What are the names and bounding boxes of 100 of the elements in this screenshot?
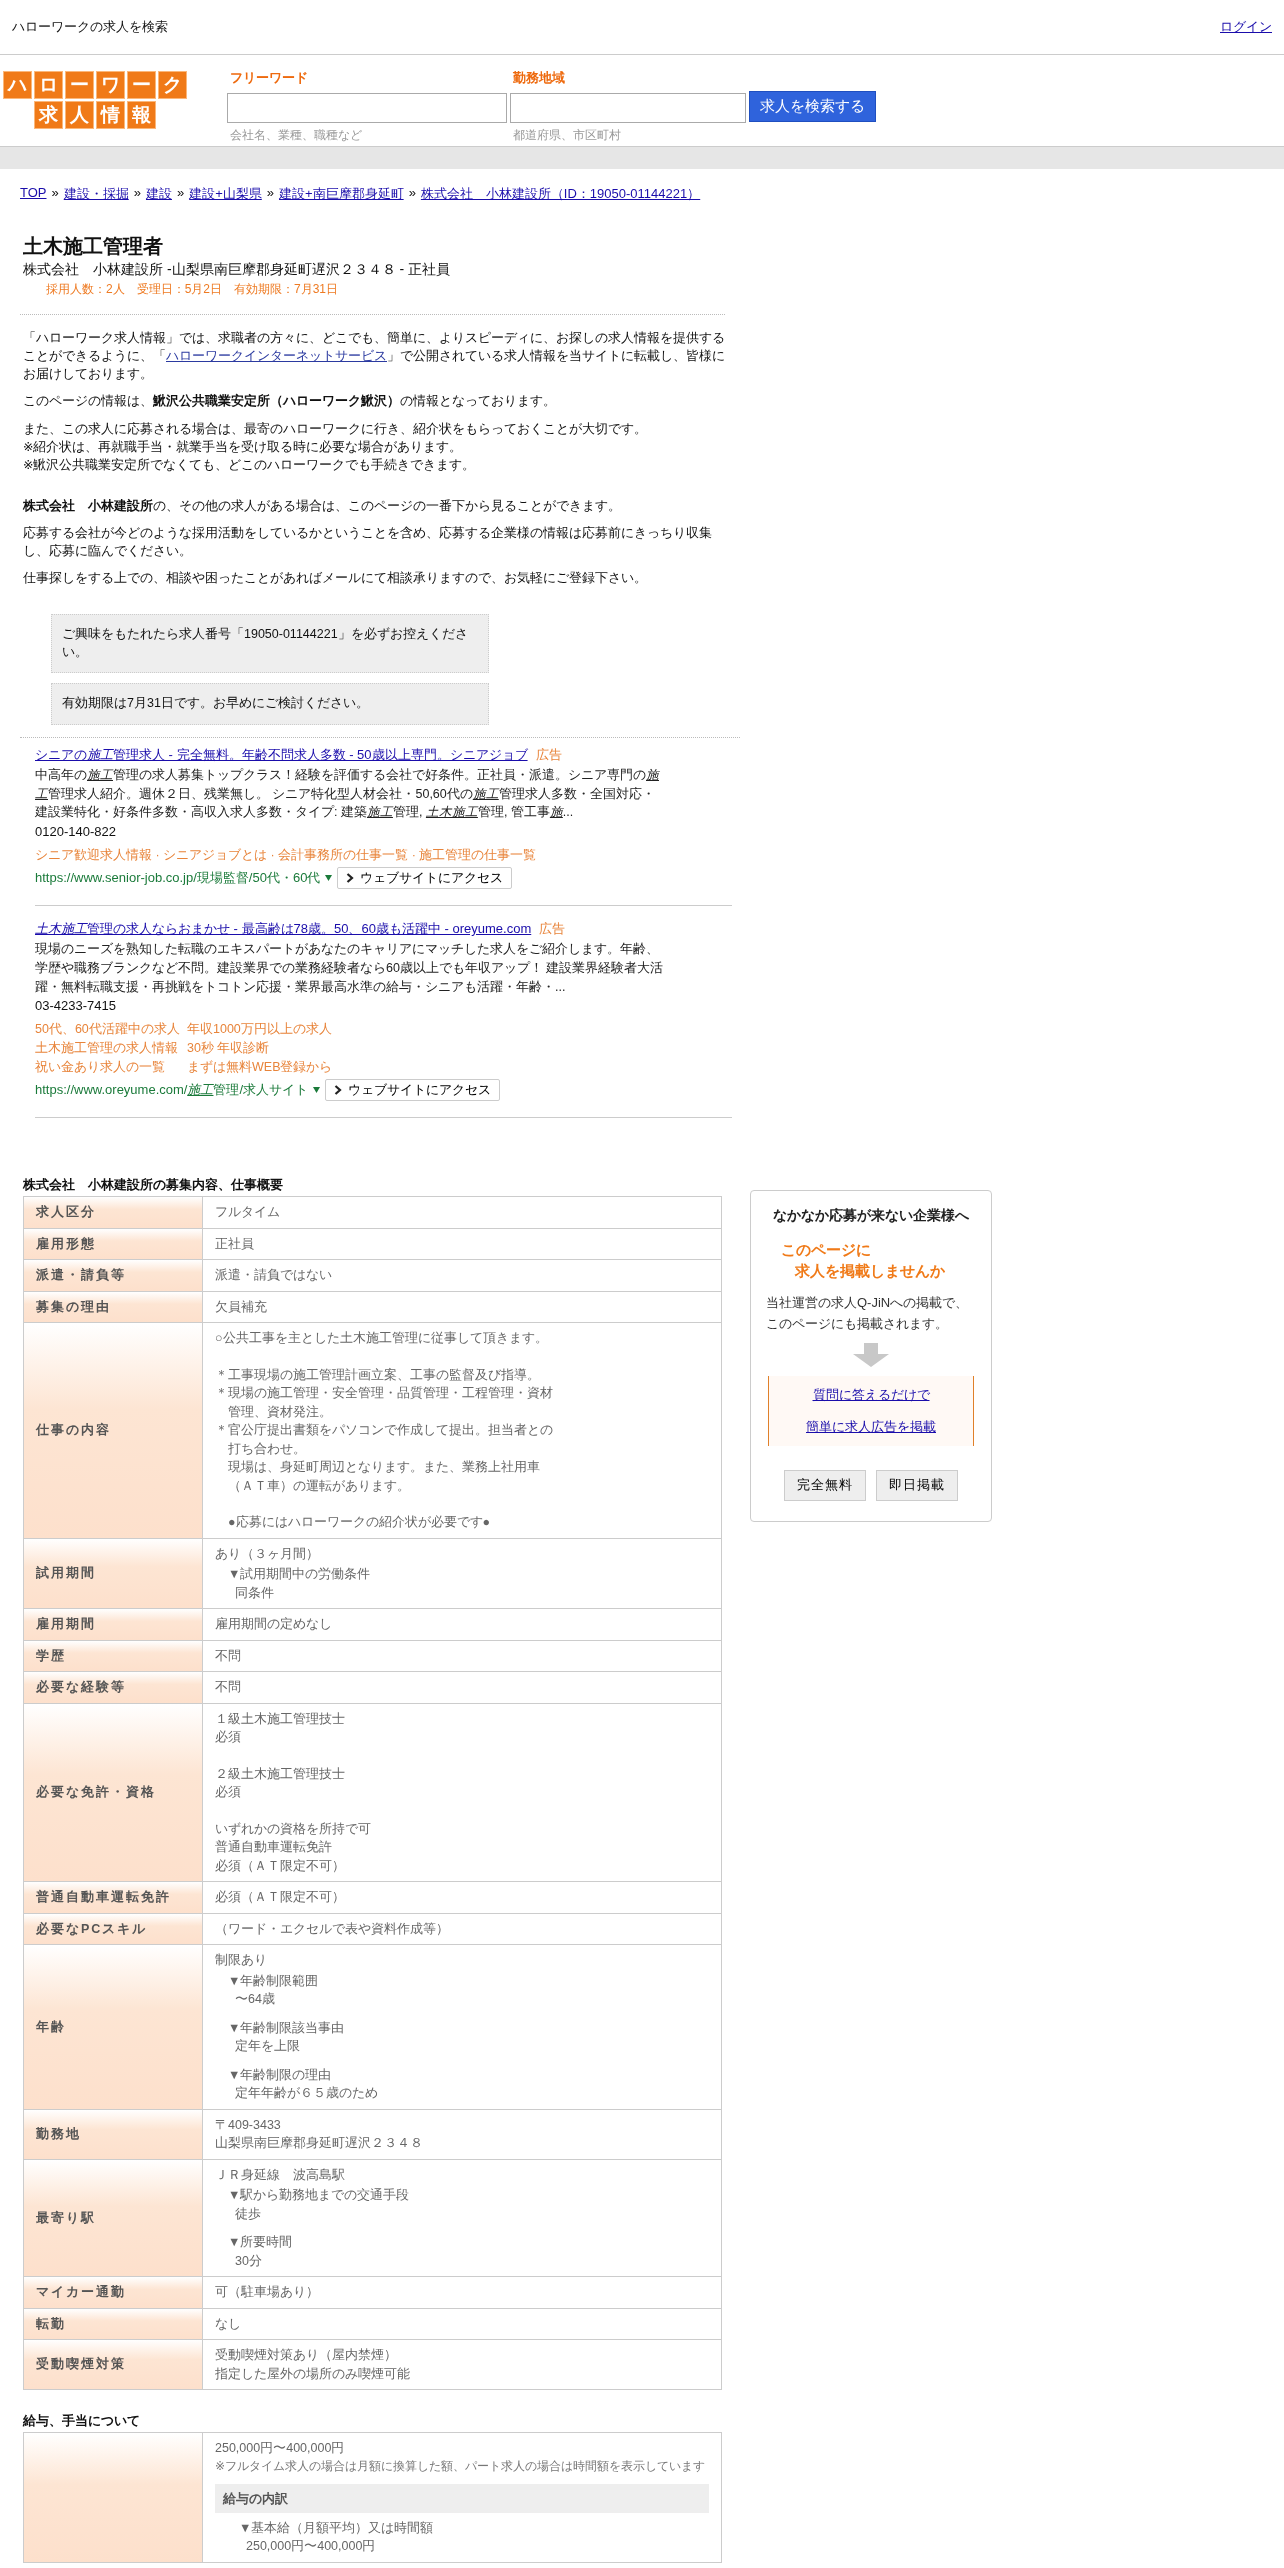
breadcrumb-link[interactable]: TOP (20, 185, 47, 203)
visit-site-button[interactable]: ウェブサイトにアクセス (337, 867, 513, 890)
promo-catchphrase: このページに (781, 1240, 872, 1261)
ad-phone: 03-4233-7415 (35, 998, 117, 1014)
ad-label: 広告 (539, 920, 566, 939)
field-value: ＊官公庁提出書類をパソコンで作成して提出。担当者との (215, 1422, 554, 1440)
field-label: 募集の理由 (24, 1291, 203, 1323)
field-label: 試用期間 (24, 1538, 203, 1609)
promo-title: なかなか応募が来ない企業様へ (773, 1207, 969, 1226)
field-value: 必須 (215, 1729, 242, 1747)
field-label: 転勤 (24, 2308, 203, 2340)
info-paragraph: 応募する会社が今どのような採用活動をしているかということを含め、応募する企業様の情報は応募前にきっちり収集し、応募に臨んでください。 (23, 525, 713, 561)
field-label: 求人区分 (24, 1197, 203, 1228)
notice-box: 有効期限は7月31日です。お早めにご検討ください。 (51, 683, 489, 725)
promo-text: 当社運営の求人Q-JiNへの掲載で、このページにも掲載されます。 (766, 1294, 970, 1334)
breadcrumb-link[interactable]: 建設・採掘 (63, 185, 129, 203)
intro-paragraph: また、この求人に応募される場合は、最寄のハローワークに行き、紹介状をもらっておくことが大切です。 ※紹介状は、再就職手当・就業手当を受け取る時に必要な場合があります。 ※鰍沢公共職業安定所でなくても、どこのハローワークでも手続きできます。 (23, 420, 648, 474)
salary-amount: 250,000円〜400,000円 (215, 2440, 346, 2458)
field-value: 不問 (215, 1679, 242, 1697)
search-button[interactable]: 求人を検索する (749, 91, 876, 122)
field-value: ▼基本給（月額平均）又は時間額 (238, 2519, 435, 2537)
field-label: 雇用形態 (24, 1228, 203, 1260)
field-value: 受動喫煙対策あり（屋内禁煙） (215, 2347, 398, 2365)
field-label: 必要なPCスキル (24, 1913, 203, 1945)
field-value: ▼年齢制限該当事由 (227, 2019, 346, 2037)
job-title: 土木施工管理者 (23, 234, 164, 259)
field-value: 管理、資材発注。 (227, 1403, 333, 1421)
field-value: 〜64歳 (234, 1991, 276, 2009)
field-hint: 都道府県、市区町村 (513, 127, 622, 144)
field-value: 指定した屋外の場所のみ喫煙可能 (215, 2365, 411, 2383)
ad-url: https://www.senior-job.co.jp/現場監督/50代・60代 (35, 869, 321, 888)
field-value: ○公共工事を主とした土木施工管理に従事して頂きます。 (215, 1330, 549, 1348)
field-value: 定年年齢が６５歳のため (234, 2085, 379, 2103)
field-value: 正社員 (215, 1235, 255, 1253)
intro-paragraph: このページの情報は、鰍沢公共職業安定所（ハローワーク鰍沢）の情報となっております。 (23, 392, 557, 411)
breadcrumb-separator: » (266, 185, 275, 202)
ad-url: https://www.oreyume.com/施工管理/求人サイト (35, 1081, 309, 1100)
field-value: 〒409-3433 (215, 2116, 282, 2134)
subsection-heading: 給与の内訳 (215, 2483, 709, 2513)
ad-label: 広告 (535, 745, 562, 764)
search-field[interactable] (510, 93, 746, 123)
down-arrow-icon (853, 1342, 889, 1367)
field-value: ▼年齢制限範囲 (227, 1972, 320, 1990)
field-value: いずれかの資格を所持で可 (215, 1820, 372, 1838)
breadcrumb-link[interactable]: 建設+南巨摩郡身延町 (279, 185, 404, 203)
field-value: ２級土木施工管理技士 (215, 1765, 346, 1783)
ad-phone: 0120-140-822 (35, 824, 117, 840)
job-subtitle: 株式会社 小林建設所 -山梨県南巨摩郡身延町遅沢２３４８ - 正社員 (23, 261, 451, 279)
field-label: 年齢 (24, 1945, 203, 2109)
promo-link[interactable]: 簡単に求人広告を掲載 (806, 1417, 936, 1436)
field-label: 必要な免許・資格 (24, 1703, 203, 1882)
field-value: 制限あり (215, 1952, 268, 1970)
field-value: 同条件 (234, 1584, 275, 1602)
promo-link[interactable]: 質問に答えるだけで (812, 1385, 930, 1404)
field-value: 定年を上限 (234, 2038, 301, 2056)
intro-paragraph: 「ハローワーク求人情報」では、求職者の方々に、どこでも、簡単に、よりスピーディに、お探しの求人情報を提供することができるように、「ハローワークインターネットサービス」で公開されている求人情報を当サイトに転載し、皆様にお届けしております。 (23, 330, 726, 384)
field-label: 普通自動車運転免許 (24, 1882, 203, 1913)
breadcrumb-separator: » (408, 185, 416, 202)
field-value: 山梨県南巨摩郡身延町遅沢２３４８ (215, 2135, 424, 2153)
login-link[interactable]: ログイン (1220, 18, 1272, 36)
section-heading: 株式会社 小林建設所の募集内容、仕事概要 (23, 1176, 284, 1195)
field-label: フリーワード (230, 69, 309, 87)
field-value: 必須 (215, 1784, 242, 1802)
field-value: 打ち合わせ。 (227, 1440, 307, 1458)
job-meta: 採用人数：2人 受理日：5月2日 有効期限：7月31日 (45, 281, 340, 298)
visit-site-button[interactable]: ウェブサイトにアクセス (325, 1079, 501, 1102)
field-label: 受動喫煙対策 (24, 2340, 203, 2390)
chevron-icon (346, 873, 355, 884)
field-value: 可（駐車場あり） (215, 2284, 320, 2302)
field-value: 必須（ＡＴ限定不可） (215, 1857, 346, 1875)
ad-description: 現場のニーズを熟知した転職のエキスパートがあなたのキャリアにマッチした求人をご紹介します。年齢、学歴や職務ブランクなど不問。建設業界での業務経験者なら60歳以上でも年収アップ！ 建設業界経験者大活躍・無料転職支援・再挑戦をトコトン応援・業界最高水準の給与・シニアも活躍・年齢・... (35, 941, 665, 996)
info-paragraph: 仕事探しをする上での、相談や困ったことがあればメールにて相談承りますので、お気軽にご登録下さい。 (23, 570, 648, 588)
field-value: なし (215, 2315, 242, 2333)
field-value: １級土木施工管理技士 (215, 1710, 346, 1728)
search-field[interactable] (227, 93, 507, 123)
breadcrumb-separator: » (176, 185, 185, 202)
field-value: （ワード・エクセルで表や資料作成等） (215, 1920, 450, 1938)
field-value: ▼所要時間 (227, 2234, 294, 2252)
dropdown-caret-icon[interactable] (325, 875, 333, 882)
dropdown-caret-icon[interactable] (313, 1087, 321, 1094)
field-label: 勤務地 (24, 2109, 203, 2159)
promo-button[interactable]: 完全無料 (784, 1469, 866, 1501)
field-value: 徒歩 (234, 2205, 262, 2223)
service-link[interactable]: ハローワークインターネットサービス (166, 349, 387, 364)
field-value: 必須（ＡＴ限定不可） (215, 1889, 346, 1907)
breadcrumb-link[interactable]: 建設+山梨県 (189, 185, 262, 203)
field-label: 必要な経験等 (24, 1672, 203, 1703)
field-value: 普通自動車運転免許 (215, 1839, 333, 1857)
section-heading: 給与、手当について (23, 2412, 141, 2431)
field-value: 30分 (234, 2252, 263, 2270)
promo-button[interactable]: 即日掲載 (876, 1469, 958, 1501)
breadcrumb-link[interactable]: 株式会社 小林建設所（ID：19050-01144221） (420, 185, 701, 203)
field-value: あり（３ヶ月間） (215, 1545, 320, 1563)
field-value: ＪＲ身延線 波高島駅 (215, 2166, 346, 2184)
breadcrumb-link[interactable]: 建設 (145, 185, 172, 203)
field-value: ●応募にはハローワークの紹介状が必要です● (227, 1514, 492, 1532)
breadcrumb-separator: » (133, 185, 141, 202)
field-value: 現場は、身延町周辺となります。また、業務上社用車 (227, 1459, 541, 1477)
ad-description: 中高年の施工管理の求人募集トップクラス！経験を評価する会社で好条件。正社員・派遣。シニア専門の施工管理求人紹介。週休２日、残業無し。 シニア特化型人材会社・50,60代の施工管理求人多数・全国対応・建設業特化・好条件多数・高収入求人多数・タイプ: 建築施工管理, 土木施工管理, 管工事施... (35, 766, 661, 822)
field-value: ▼試用期間中の労働条件 (227, 1566, 372, 1584)
